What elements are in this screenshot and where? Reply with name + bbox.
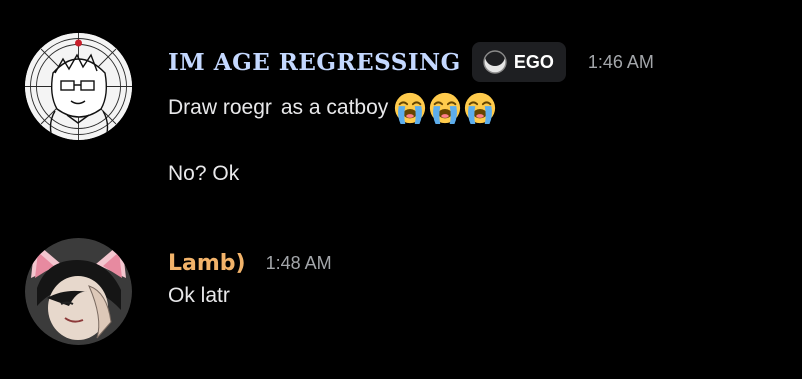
tag-label: EGO <box>513 51 554 72</box>
message-content: No? Ok <box>168 159 239 189</box>
avatar[interactable] <box>25 33 132 140</box>
message-text: Draw roegr <box>168 96 272 119</box>
author-name[interactable]: Lamb) <box>168 251 246 276</box>
author-name[interactable]: IM AGE REGRESSING <box>168 49 461 76</box>
timestamp[interactable]: 1:48 AM <box>266 253 332 274</box>
message-header: Lamb) 1:48 AM <box>168 248 332 278</box>
timestamp[interactable]: 1:46 AM <box>588 52 654 73</box>
message-text: No? Ok <box>168 162 240 185</box>
avatar[interactable] <box>25 238 132 345</box>
message-header: IM AGE REGRESSING EGO 1:46 AM <box>168 42 654 82</box>
role-tag[interactable]: EGO <box>471 42 566 82</box>
moon-icon <box>483 49 507 74</box>
emoji-group <box>392 91 497 125</box>
message-text: as a catboy <box>280 96 389 119</box>
message-content: Draw roegr as a catboy <box>168 89 497 127</box>
message-text: Ok latr <box>168 284 230 307</box>
loudly-crying-face-emoji-icon[interactable] <box>393 91 427 125</box>
message-content: Ok latr <box>168 281 230 311</box>
loudly-crying-face-emoji-icon[interactable] <box>463 91 497 125</box>
spiderweb-sketch-avatar-icon <box>25 33 132 140</box>
cat-ear-portrait-avatar-icon <box>25 238 132 345</box>
loudly-crying-face-emoji-icon[interactable] <box>428 91 462 125</box>
